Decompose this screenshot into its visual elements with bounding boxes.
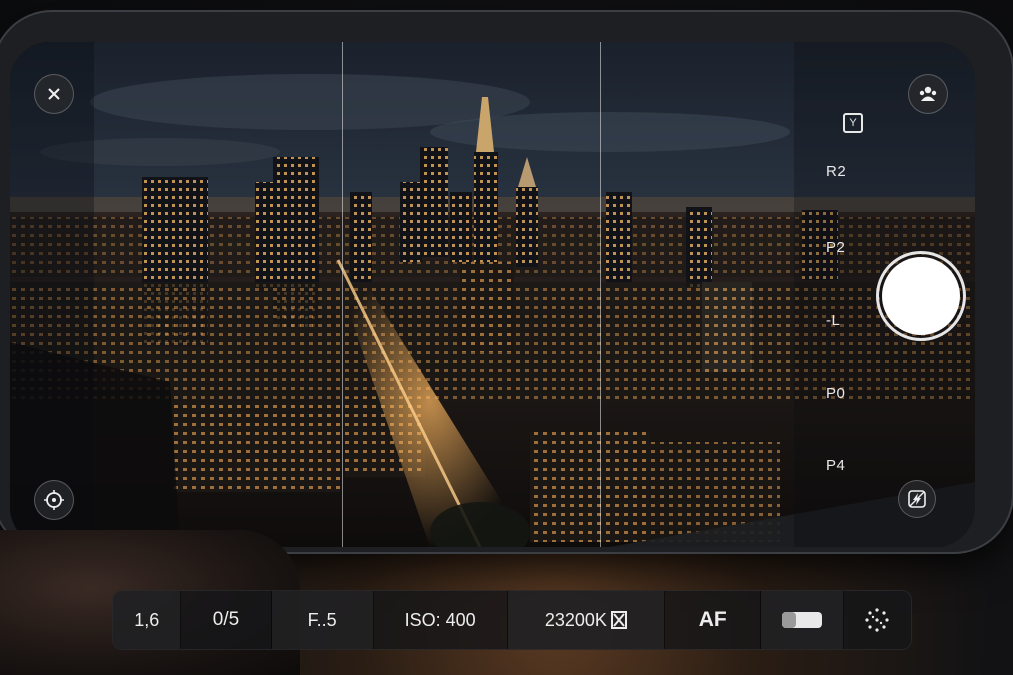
preset-p0[interactable]: P0 xyxy=(826,385,845,402)
flash-button[interactable] xyxy=(898,480,936,518)
scene: Y R2 P2 -L P0 P4 1,6 0/5 F..5 ISO: 400 2… xyxy=(0,0,1013,675)
preset-r2[interactable]: R2 xyxy=(826,163,846,180)
people-icon xyxy=(919,86,937,101)
focus-mode-setting[interactable]: AF xyxy=(665,591,762,649)
close-icon xyxy=(48,88,60,100)
dotted-grid-icon xyxy=(865,608,889,632)
focus-mode-value: AF xyxy=(698,608,727,631)
aperture-setting[interactable]: F..5 xyxy=(271,591,374,649)
shutter-button[interactable] xyxy=(876,251,966,341)
focus-target-icon xyxy=(44,490,64,510)
aspect-ratio-glyph: Y xyxy=(849,117,857,129)
iso-setting[interactable]: ISO: 400 xyxy=(374,591,508,649)
portrait-button[interactable] xyxy=(908,74,948,114)
toggle-setting[interactable] xyxy=(761,591,844,649)
shutter-speed-setting[interactable]: 1,6 xyxy=(113,591,182,649)
close-button[interactable] xyxy=(34,74,74,114)
camera-screen: Y R2 P2 -L P0 P4 xyxy=(10,42,975,547)
preset-p4[interactable]: P4 xyxy=(826,457,845,474)
camera-settings-bar: 1,6 0/5 F..5 ISO: 400 23200K AF xyxy=(112,590,912,650)
preset-p2[interactable]: P2 xyxy=(826,239,845,256)
grid-line xyxy=(600,42,601,547)
focus-button[interactable] xyxy=(34,480,74,520)
phone-body: Y R2 P2 -L P0 P4 xyxy=(0,12,1012,552)
aspect-ratio-icon[interactable]: Y xyxy=(843,113,863,133)
aperture-value: F..5 xyxy=(307,609,337,630)
shutter-inner xyxy=(882,257,960,335)
exposure-setting[interactable]: 0/5 xyxy=(181,591,272,649)
white-balance-value: 23200K xyxy=(544,609,607,630)
grid-line xyxy=(342,42,343,547)
flash-off-icon xyxy=(908,490,926,508)
white-balance-setting[interactable]: 23200K xyxy=(507,591,666,649)
preset-l[interactable]: -L xyxy=(826,312,840,329)
white-balance-icon xyxy=(610,611,627,629)
toggle-icon xyxy=(781,612,822,628)
left-control-panel xyxy=(10,42,94,547)
exposure-value: 0/5 xyxy=(212,609,240,630)
iso-value: ISO: 400 xyxy=(404,609,476,630)
grid-setting[interactable] xyxy=(844,591,911,649)
shutter-speed-value: 1,6 xyxy=(134,609,160,630)
